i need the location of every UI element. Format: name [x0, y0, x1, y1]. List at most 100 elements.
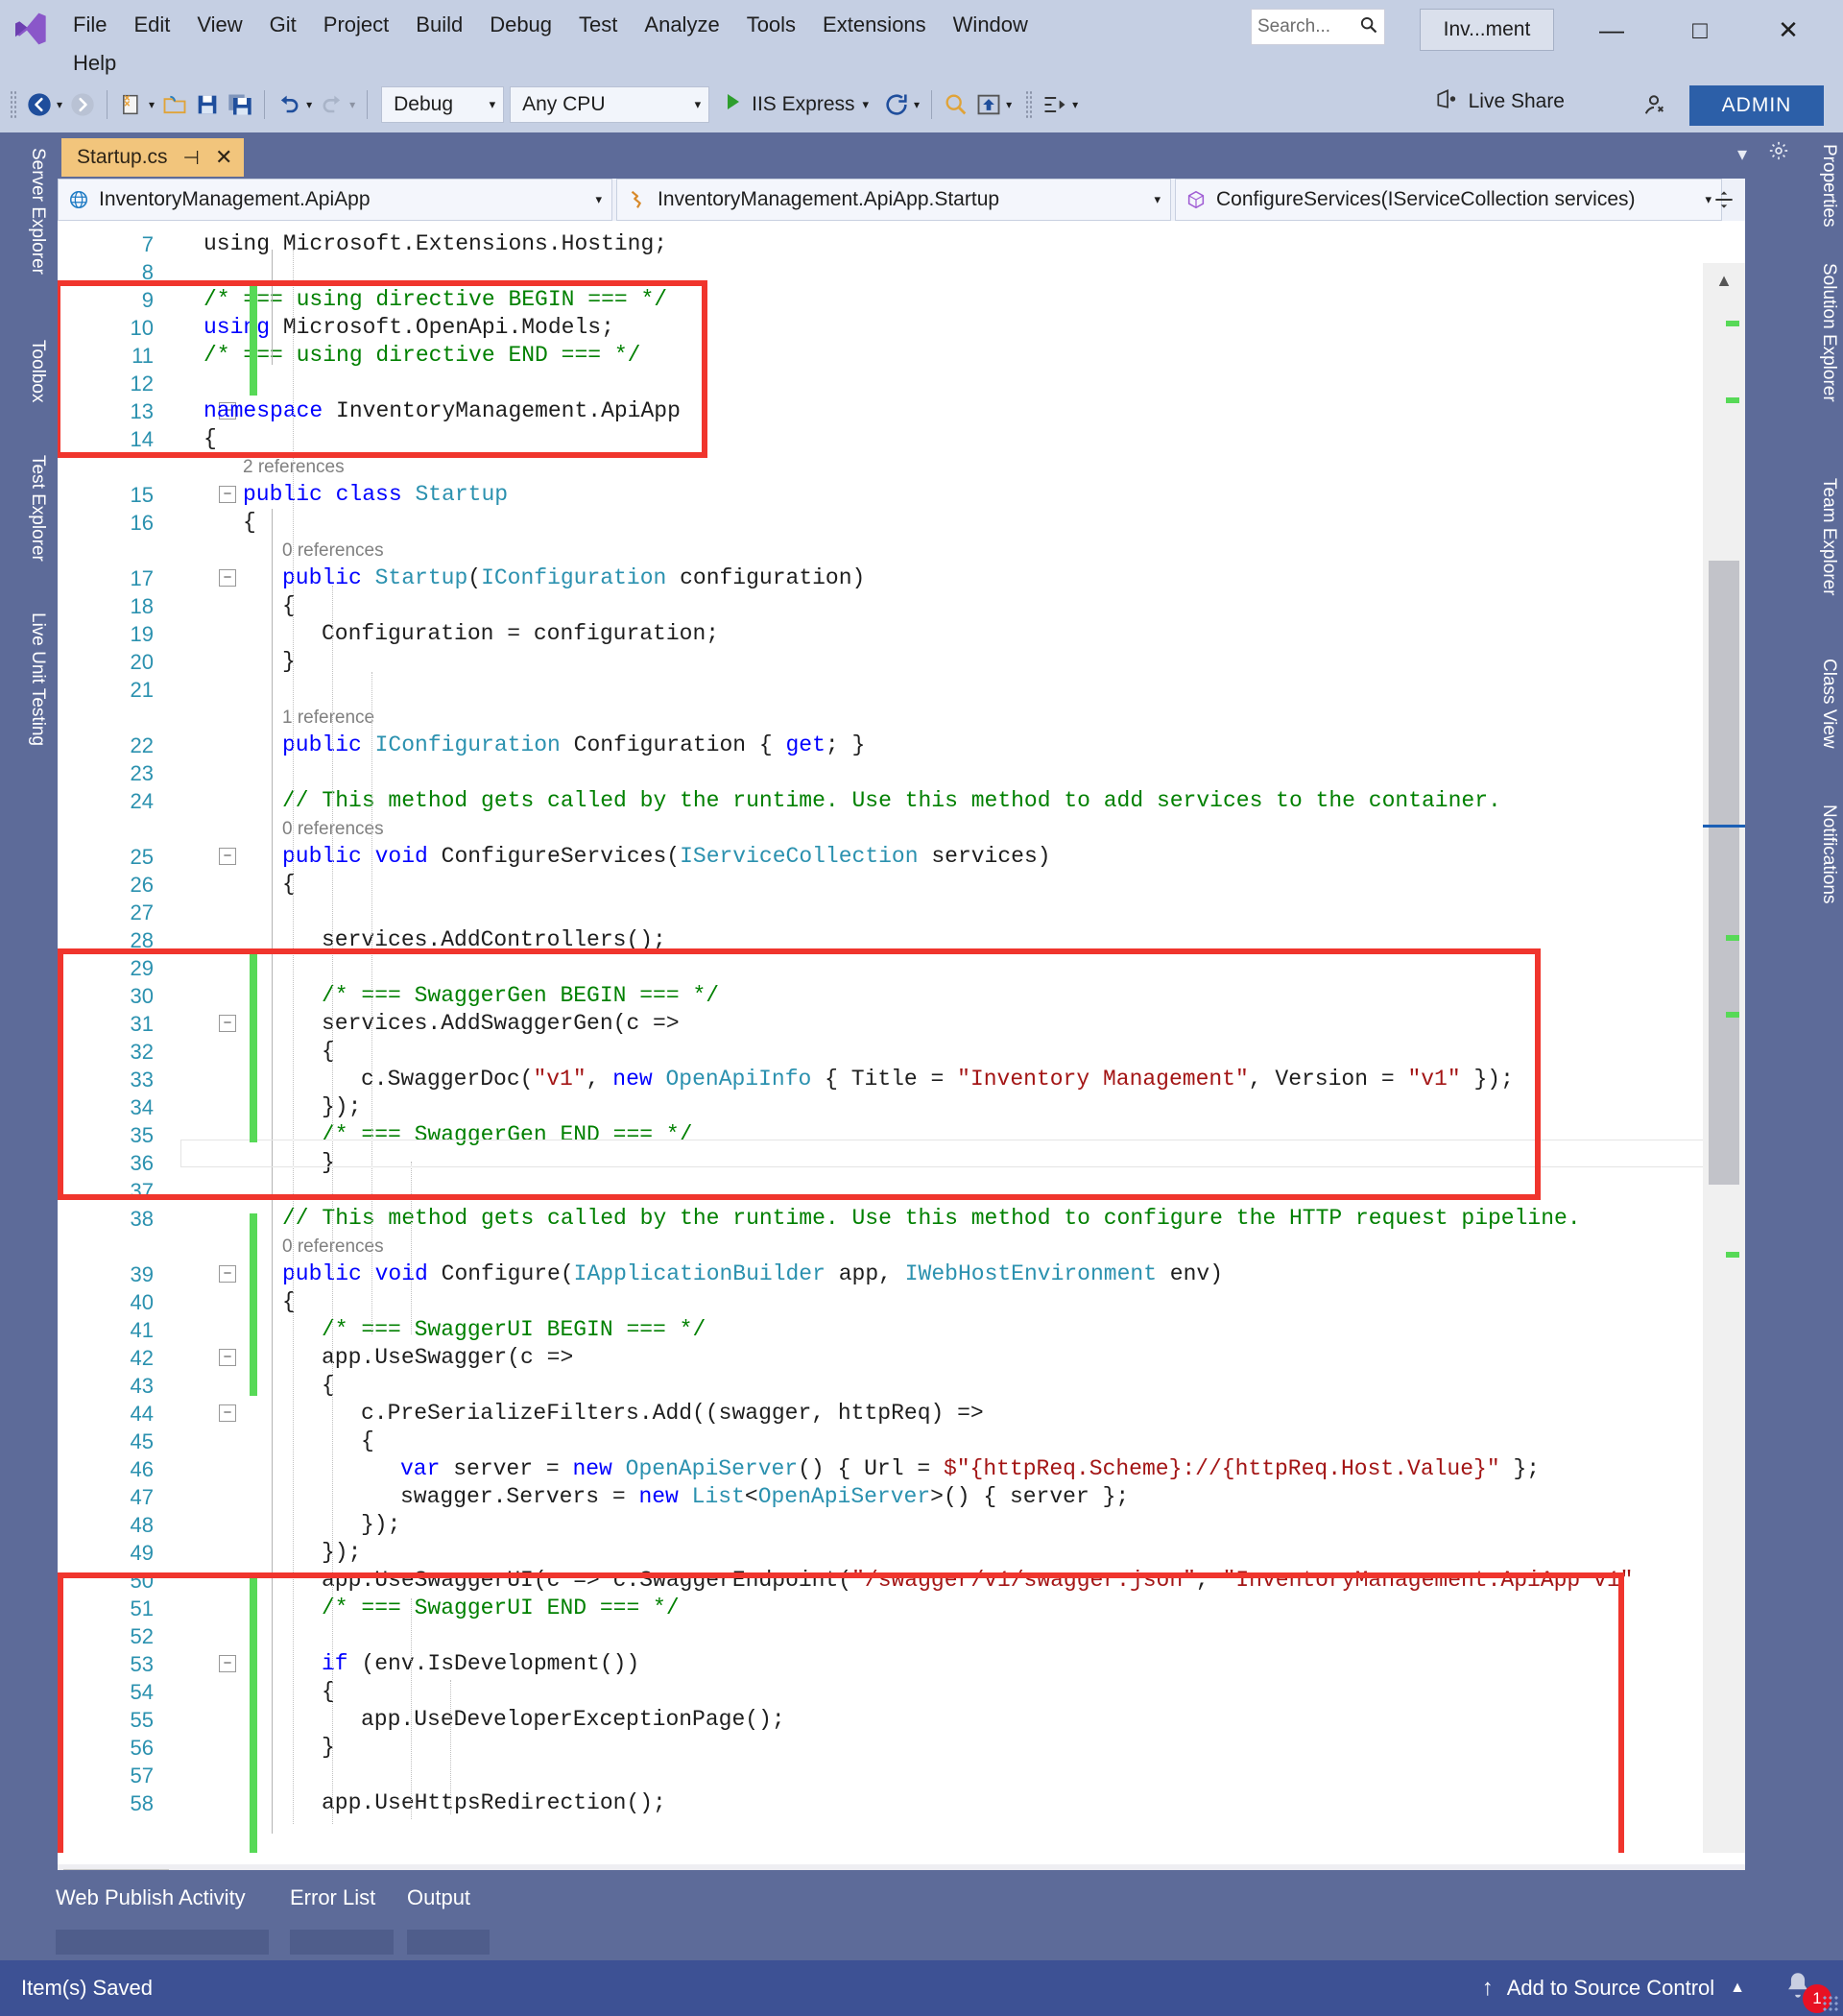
sidebar-item-properties[interactable]: Properties [1801, 136, 1839, 235]
code-line[interactable]: 44 c.PreSerializeFilters.Add((swagger, ht… [58, 1400, 1745, 1428]
hot-reload-icon[interactable] [880, 88, 913, 121]
code-reference-adornment[interactable]: 1 reference [282, 704, 374, 732]
search-input[interactable]: Search... [1251, 9, 1385, 45]
code-line[interactable]: 27 [58, 899, 1745, 926]
menu-item-debug[interactable]: Debug [476, 6, 565, 44]
split-window-icon[interactable] [1703, 179, 1745, 221]
sidebar-item-notifications[interactable]: Notifications [1801, 797, 1839, 912]
code-line[interactable]: 10 using Microsoft.OpenApi.Models; [58, 314, 1745, 342]
navbar-project-dropdown[interactable]: InventoryManagement.ApiApp ▾ [58, 179, 612, 221]
code-line[interactable]: 32{ [58, 1038, 1745, 1066]
tab-web-publish-activity[interactable]: Web Publish Activity [56, 1885, 246, 1910]
code-line[interactable]: 31 services.AddSwaggerGen(c => [58, 1010, 1745, 1038]
code-line[interactable]: 33 c.SwaggerDoc("v1", new OpenApiInfo { T… [58, 1066, 1745, 1093]
code-line[interactable]: 42 app.UseSwagger(c => [58, 1344, 1745, 1372]
code-line[interactable]: 37 [58, 1177, 1745, 1205]
code-line[interactable]: 28 services.AddControllers(); [58, 926, 1745, 954]
code-line[interactable]: 14 { [58, 425, 1745, 453]
code-line[interactable]: 11 /* === using directive END === */ [58, 342, 1745, 370]
toolbar-grip[interactable] [10, 90, 17, 119]
code-line[interactable]: 30 /* === SwaggerGen BEGIN === */ [58, 982, 1745, 1010]
code-line[interactable]: 53 if (env.IsDevelopment()) [58, 1650, 1745, 1678]
sidebar-item-class-view[interactable]: Class View [1801, 651, 1839, 756]
code-line[interactable]: 52 [58, 1622, 1745, 1650]
send-feedback-icon[interactable] [1638, 88, 1670, 121]
undo-icon[interactable] [273, 88, 305, 121]
code-line[interactable]: 38 // This method gets called by the runt… [58, 1205, 1745, 1233]
code-line[interactable]: 55 app.UseDeveloperExceptionPage(); [58, 1706, 1745, 1734]
gear-icon[interactable] [1768, 140, 1789, 167]
sidebar-item-toolbox[interactable]: Toolbox [6, 332, 48, 411]
code-line[interactable]: 13 namespace InventoryManagement.ApiApp [58, 397, 1745, 425]
code-line[interactable]: 15 public class Startup [58, 481, 1745, 509]
window-minimize-button[interactable]: — [1582, 0, 1641, 60]
menu-item-git[interactable]: Git [256, 6, 310, 44]
sidebar-item-test-explorer[interactable]: Test Explorer [6, 447, 48, 569]
code-line[interactable]: 8 [58, 258, 1745, 286]
scroll-up-arrow-icon[interactable]: ▲ [1703, 263, 1745, 298]
window-close-button[interactable]: ✕ [1759, 0, 1818, 60]
code-line[interactable]: 24 // This method gets called by the runt… [58, 787, 1745, 815]
configuration-dropdown[interactable]: Debug ▾ [381, 86, 505, 123]
scrollbar-thumb[interactable] [1709, 561, 1739, 1185]
vertical-scrollbar[interactable]: ▲ ▼ [1703, 263, 1745, 1853]
code-line[interactable]: 43{ [58, 1372, 1745, 1400]
sidebar-item-team-explorer[interactable]: Team Explorer [1801, 470, 1839, 604]
code-reference-adornment[interactable]: 0 references [282, 537, 384, 564]
redo-chevron-down-icon[interactable]: ▾ [349, 98, 355, 111]
code-line[interactable]: 57 [58, 1762, 1745, 1789]
browser-preview-icon[interactable] [972, 88, 1005, 121]
menu-item-tools[interactable]: Tools [733, 6, 809, 44]
code-line[interactable]: 40{ [58, 1288, 1745, 1316]
code-line[interactable]: 56} [58, 1734, 1745, 1762]
tab-output[interactable]: Output [407, 1885, 470, 1910]
hot-reload-chevron-down-icon[interactable]: ▾ [914, 98, 920, 111]
toolbar-grip-2[interactable] [1025, 90, 1034, 119]
code-line[interactable]: 23 [58, 759, 1745, 787]
save-all-icon[interactable] [224, 88, 256, 121]
code-line[interactable]: 39 public void Configure(IApplicationBuil… [58, 1260, 1745, 1288]
tab-error-list[interactable]: Error List [290, 1885, 375, 1910]
open-file-icon[interactable] [158, 88, 191, 121]
code-line[interactable]: 12 [58, 370, 1745, 397]
code-line[interactable]: 29 [58, 954, 1745, 982]
pin-icon[interactable]: ⊣ [183, 146, 200, 170]
menu-item-file[interactable]: File [60, 6, 120, 44]
save-icon[interactable] [191, 88, 224, 121]
code-line[interactable]: 18{ [58, 592, 1745, 620]
menu-item-extensions[interactable]: Extensions [809, 6, 940, 44]
navbar-member-dropdown[interactable]: ConfigureServices(IServiceCollection ser… [1175, 179, 1722, 221]
menu-item-analyze[interactable]: Analyze [631, 6, 732, 44]
platform-dropdown[interactable]: Any CPU ▾ [510, 86, 710, 123]
tab-startup-cs[interactable]: Startup.cs ⊣ ✕ [61, 138, 245, 177]
code-line[interactable]: 7 using Microsoft.Extensions.Hosting; [58, 230, 1745, 258]
start-debug-button[interactable]: IIS Express ▾ [721, 90, 869, 119]
menu-item-build[interactable]: Build [402, 6, 476, 44]
code-line[interactable]: 25 public void ConfigureServices(IService… [58, 843, 1745, 871]
code-line[interactable]: 22 public IConfiguration Configuration { … [58, 732, 1745, 759]
resize-grip-icon[interactable] [1822, 1995, 1839, 2012]
code-line[interactable]: 41 /* === SwaggerUI BEGIN === */ [58, 1316, 1745, 1344]
code-line[interactable]: 54{ [58, 1678, 1745, 1706]
code-line[interactable]: 50 app.UseSwaggerUI(c => c.SwaggerEndpoin… [58, 1567, 1745, 1595]
close-icon[interactable]: ✕ [215, 145, 232, 170]
notifications-button[interactable]: 1 [1782, 1969, 1831, 2013]
layout-icon[interactable] [1039, 88, 1071, 121]
code-line[interactable]: 17 public Startup(IConfiguration configur… [58, 564, 1745, 592]
code-line[interactable]: 51 /* === SwaggerUI END === */ [58, 1595, 1745, 1622]
menu-item-view[interactable]: View [183, 6, 255, 44]
undo-chevron-down-icon[interactable]: ▾ [306, 98, 312, 111]
code-line[interactable]: 19 Configuration = configuration; [58, 620, 1745, 648]
menu-item-edit[interactable]: Edit [120, 6, 183, 44]
menu-item-window[interactable]: Window [940, 6, 1041, 44]
inventory-window-button[interactable]: Inv...ment [1420, 9, 1554, 51]
layout-chevron-down-icon[interactable]: ▾ [1072, 98, 1078, 111]
search-in-file-icon[interactable] [940, 88, 972, 121]
live-share-button[interactable]: Live Share [1434, 86, 1565, 117]
browser-chevron-down-icon[interactable]: ▾ [1006, 98, 1012, 111]
chevron-up-icon[interactable]: ▲ [1730, 1980, 1745, 1997]
code-line[interactable]: 9 /* === using directive BEGIN === */ [58, 286, 1745, 314]
navigate-back-icon[interactable] [23, 88, 56, 121]
code-line[interactable]: 16 { [58, 509, 1745, 537]
code-line[interactable]: 26{ [58, 871, 1745, 899]
